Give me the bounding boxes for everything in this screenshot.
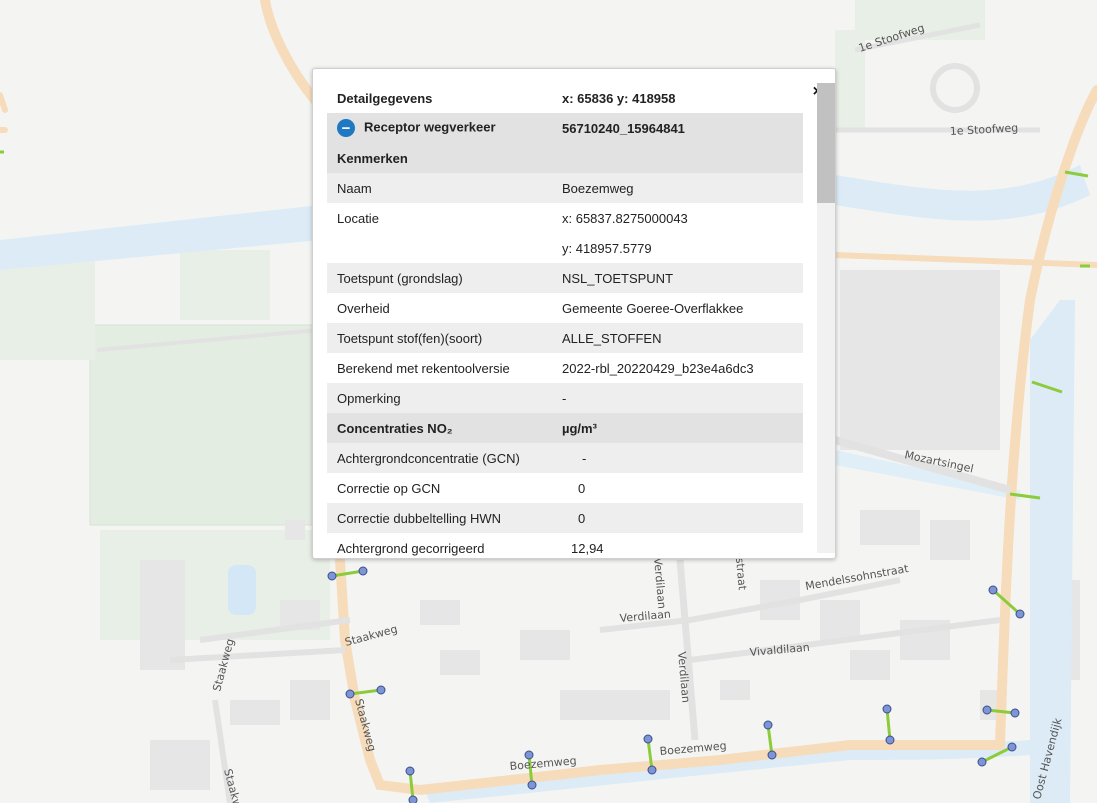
row-label: Toetspunt stof(fen)(soort): [337, 330, 483, 346]
table-row: y: 418957.5779: [327, 233, 803, 263]
collapse-icon[interactable]: −: [337, 119, 355, 137]
table-row: Toetspunt stof(fen)(soort) ALLE_STOFFEN: [327, 323, 803, 353]
table-row: Locatie x: 65837.8275000043: [327, 203, 803, 233]
row-value: 12,94: [571, 540, 604, 556]
section-concentraties: Concentraties NO₂ µg/m³: [327, 413, 803, 443]
row-label: Naam: [337, 180, 372, 196]
table-row: Naam Boezemweg: [327, 173, 803, 203]
row-label: Opmerking: [337, 390, 401, 406]
row-label: Correctie op GCN: [337, 480, 441, 496]
row-label: Toetspunt (grondslag): [337, 270, 463, 286]
table-row: Opmerking -: [327, 383, 803, 413]
row-label: Correctie dubbeltelling HWN: [337, 510, 502, 526]
park-area: [180, 250, 270, 320]
row-label: Achtergrond gecorrigeerd: [337, 540, 485, 556]
table-row: Toetspunt (grondslag) NSL_TOETSPUNT: [327, 263, 803, 293]
row-value: NSL_TOETSPUNT: [562, 270, 674, 286]
table-row: Correctie op GCN 0: [327, 473, 803, 503]
scrollbar-thumb[interactable]: [817, 83, 835, 203]
row-value: 0: [578, 480, 586, 496]
section-title: Kenmerken: [337, 150, 408, 166]
row-label: Berekend met rekentoolversie: [337, 360, 510, 376]
receptor-row[interactable]: − Receptor wegverkeer 56710240_15964841: [327, 113, 803, 143]
receptor-label-cell: − Receptor wegverkeer: [327, 119, 562, 137]
row-value: 2022-rbl_20220429_b23e4a6dc3: [562, 360, 754, 376]
table-row: Berekend met rekentoolversie 2022-rbl_20…: [327, 353, 803, 383]
receptor-label: Receptor wegverkeer: [364, 119, 496, 135]
row-label: Achtergrondconcentratie (GCN): [337, 450, 520, 466]
table-row: Correctie dubbeltelling HWN 0: [327, 503, 803, 533]
popup-title: Detailgegevens: [337, 90, 433, 106]
section-unit: µg/m³: [562, 420, 597, 436]
table-row: Achtergrond gecorrigeerd 12,94: [327, 533, 803, 558]
popup-scrollbar[interactable]: [817, 83, 835, 553]
section-title: Concentraties NO₂: [337, 420, 453, 436]
park-area: [89, 324, 321, 526]
row-value: 0: [578, 510, 586, 526]
detail-popup: Detailgegevens x: 65836 y: 418958 × −Rec…: [312, 68, 836, 559]
row-label: Locatie: [337, 210, 379, 226]
popup-coords: x: 65836 y: 418958: [562, 90, 676, 106]
receptor-id: 56710240_15964841: [562, 120, 685, 136]
row-value: -: [582, 450, 587, 466]
row-value: Gemeente Goeree-Overflakkee: [562, 300, 744, 316]
table-row: Achtergrondconcentratie (GCN) -: [327, 443, 803, 473]
table-row: Overheid Gemeente Goeree-Overflakkee: [327, 293, 803, 323]
park-area: [0, 260, 95, 360]
row-value: ALLE_STOFFEN: [562, 330, 662, 346]
row-value: x: 65837.8275000043: [562, 210, 688, 226]
popup-header: Detailgegevens x: 65836 y: 418958 ×: [327, 83, 822, 113]
row-value: Boezemweg: [562, 180, 634, 196]
row-label: Overheid: [337, 300, 390, 316]
row-value: -: [562, 390, 567, 406]
section-kenmerken: Kenmerken: [327, 143, 803, 173]
popup-content: Detailgegevens x: 65836 y: 418958 × −Rec…: [327, 83, 822, 558]
row-value: y: 418957.5779: [562, 240, 652, 256]
